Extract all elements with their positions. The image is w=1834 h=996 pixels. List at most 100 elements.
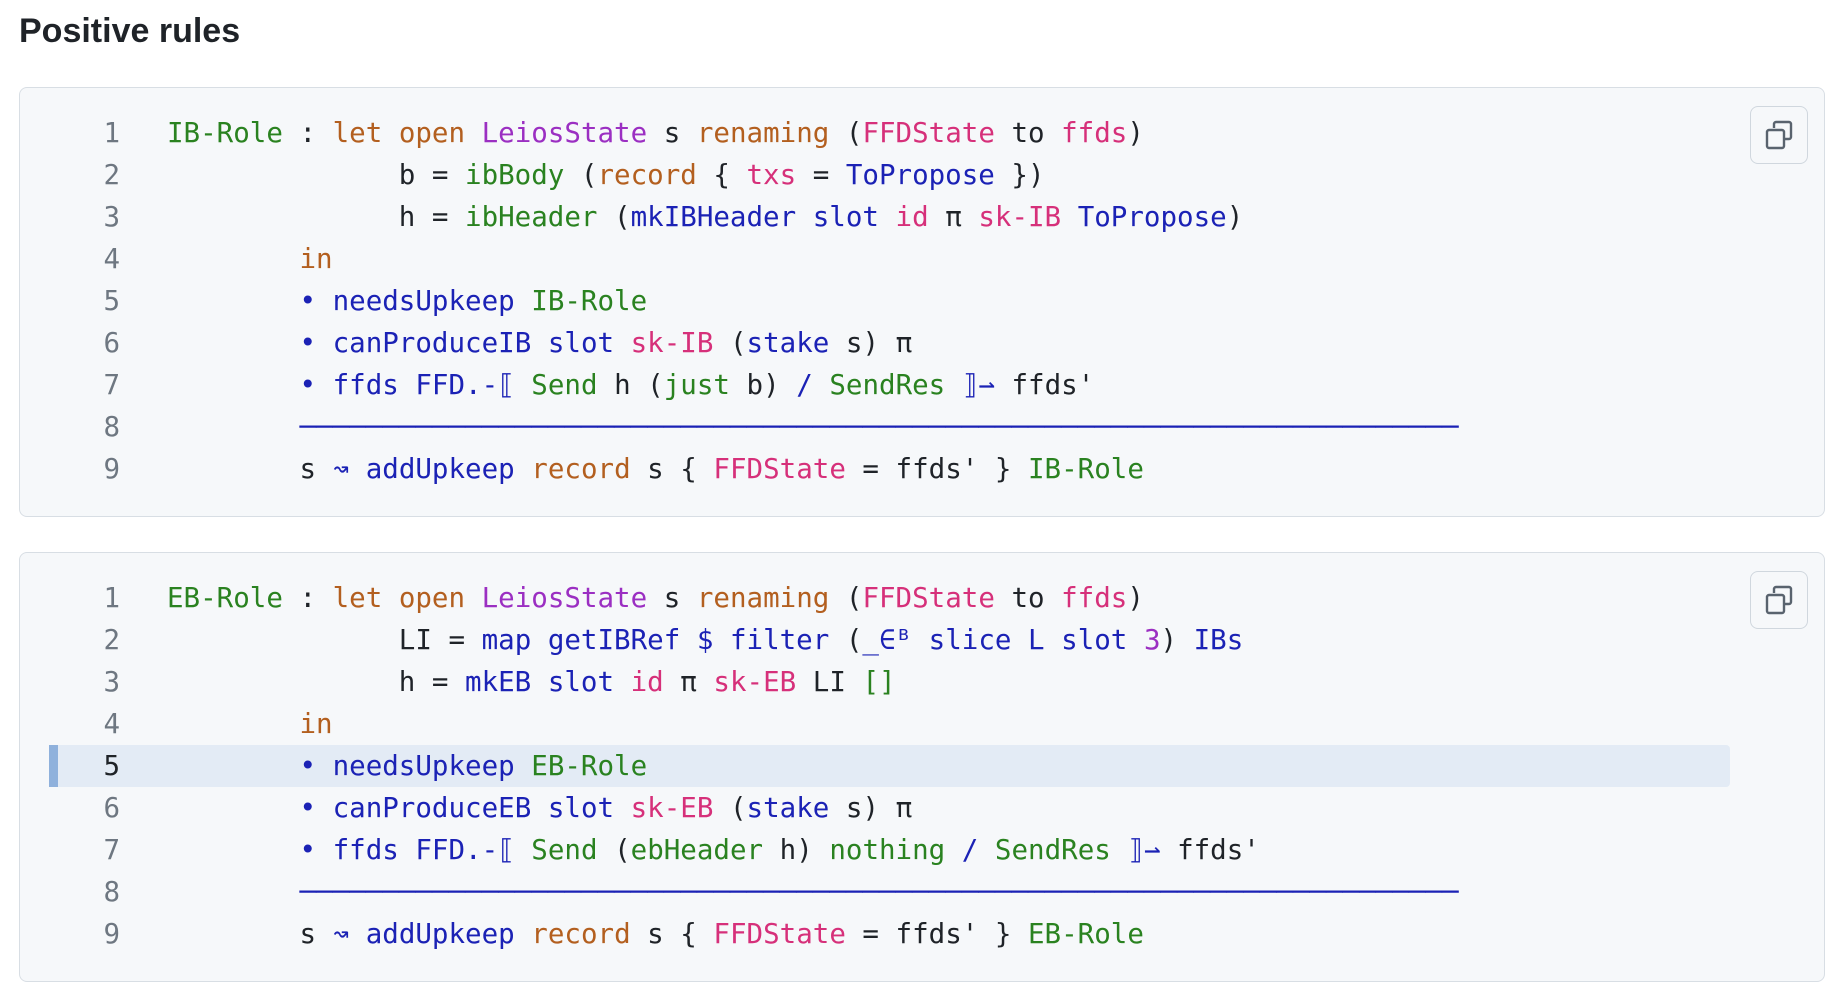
code-token: • [299,327,317,359]
code-token: 3 [1143,624,1161,656]
line-number[interactable]: 2 [50,154,120,196]
code-text: in [167,238,332,280]
code-token: ffds' [994,369,1095,401]
code-line: 8 ──────────────────────────────────────… [20,871,1824,913]
line-number[interactable]: 9 [50,448,120,490]
code-token: to [994,117,1062,149]
code-text: h = mkEB slot id π sk-EB LI [] [167,661,896,703]
code-text: • ffds FFD.-⟦ Send h (just b) / SendRes … [167,364,1094,406]
line-number[interactable]: 3 [50,661,120,703]
code-token: • [299,792,317,824]
code-token: ) [1160,624,1194,656]
code-text: • canProduceEB slot sk-EB (stake s) π [167,787,912,829]
code-token: ffds [1061,117,1128,149]
line-number[interactable]: 1 [50,577,120,619]
copy-button[interactable] [1750,106,1808,164]
section-title: Positive rules [19,12,241,50]
code-token: sk-IB [630,327,714,359]
code-token: map [481,624,532,656]
code-token: ( [713,792,747,824]
code-token: s [647,582,697,614]
code-token: slot [547,792,615,824]
code-token: ToPropose [1077,201,1227,233]
line-number[interactable]: 9 [50,913,120,955]
code-token: getIBRef [547,624,681,656]
line-number[interactable]: 5 [50,280,120,322]
line-number[interactable]: 6 [50,322,120,364]
code-token: FFDState [713,918,846,950]
code-token: slot [547,327,615,359]
code-token: canProduceIB [332,327,532,359]
line-number[interactable]: 5 [50,745,120,787]
code-token: FFD.-⟦ [415,369,515,401]
line-number[interactable]: 4 [50,703,120,745]
code-token: h = [167,666,466,698]
code-token: needsUpkeep [332,285,515,317]
code-line: 7 • ffds FFD.-⟦ Send h (just b) / SendRe… [20,364,1824,406]
code-token: in [299,708,333,740]
code-token: ) [1226,201,1244,233]
code-token: ( [829,624,863,656]
code-token: ( [829,117,863,149]
code-token: L [1028,624,1045,656]
code-token: needsUpkeep [332,750,515,782]
line-number[interactable]: 7 [50,829,120,871]
code-token: ibBody [465,159,565,191]
code-line: 8 ──────────────────────────────────────… [20,406,1824,448]
line-number[interactable]: 6 [50,787,120,829]
code-token: • [299,750,317,782]
code-line-highlighted: 5 • needsUpkeep EB-Role [20,745,1824,787]
copy-button[interactable] [1750,571,1808,629]
line-number[interactable]: 1 [50,112,120,154]
code-token: record [531,918,631,950]
code-token: ffds' [1160,834,1260,866]
line-number[interactable]: 4 [50,238,120,280]
code-token: : [282,117,333,149]
code-token: id [895,201,929,233]
code-token: s [167,453,333,485]
code-token: h) [763,834,830,866]
code-text: • needsUpkeep EB-Role [167,745,647,787]
copy-icon [1765,120,1793,150]
code-token: ( [713,327,747,359]
line-number[interactable]: 3 [50,196,120,238]
code-token: ⟧⇀ [961,369,995,401]
code-token: LeiosState [481,582,648,614]
line-number[interactable]: 2 [50,619,120,661]
line-number[interactable]: 8 [50,871,120,913]
code-token: FFD.-⟦ [415,834,515,866]
code-token: ebHeader [630,834,764,866]
code-token: just [663,369,730,401]
code-token: IB-Role [531,285,648,317]
code-token: s { [630,453,714,485]
code-text: EB-Role : let open LeiosState s renaming… [167,577,1144,619]
line-number[interactable]: 7 [50,364,120,406]
code-line: 1 EB-Role : let open LeiosState s renamin… [20,577,1824,619]
line-number[interactable]: 8 [50,406,120,448]
code-token: IB-Role [167,117,283,149]
code-token: ) [1127,117,1144,149]
code-token: EB-Role [167,582,283,614]
code-token: FFDState [862,117,995,149]
